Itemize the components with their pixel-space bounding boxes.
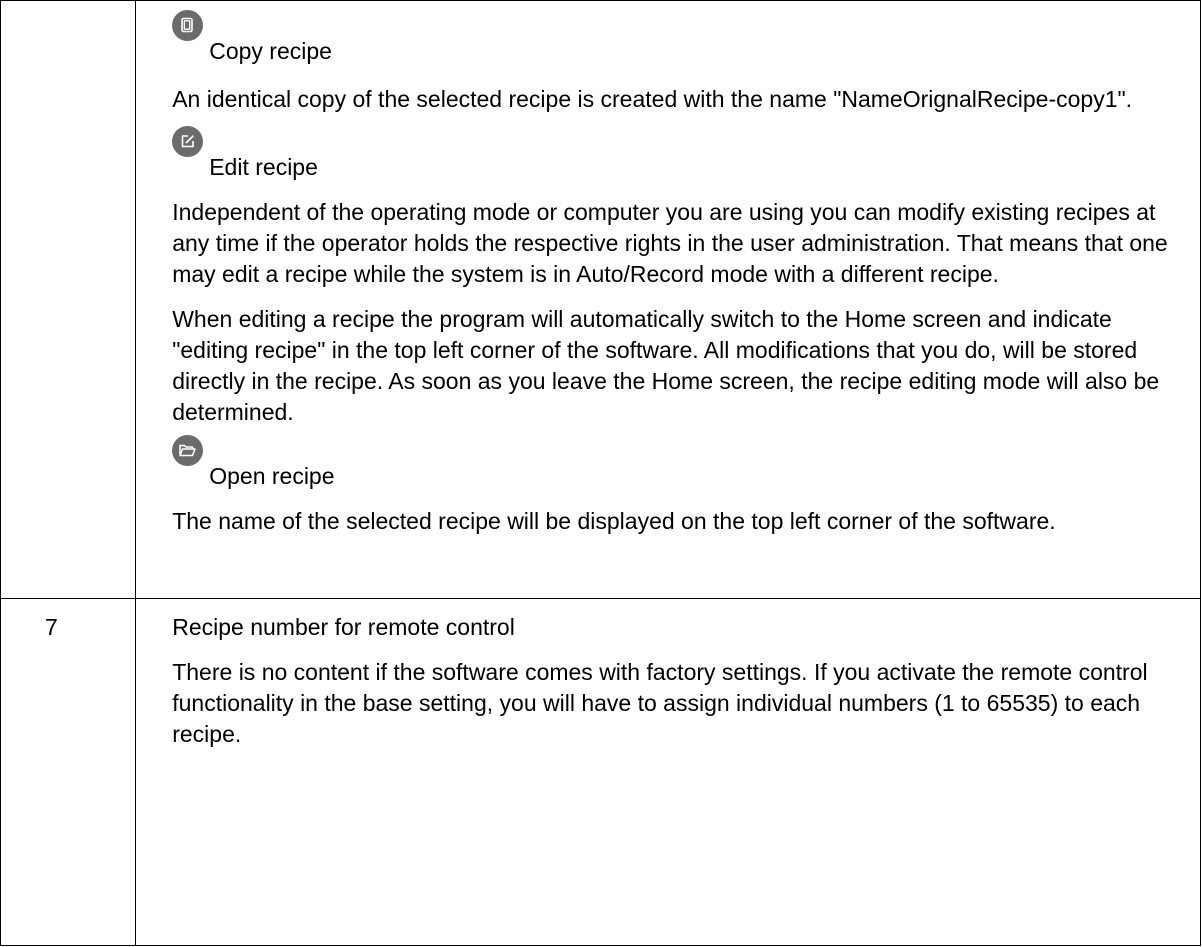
folder-open-icon <box>172 435 204 466</box>
copy-recipe-title: Copy recipe <box>209 38 332 64</box>
edit-icon <box>172 126 204 157</box>
copy-icon <box>172 10 204 41</box>
edit-recipe-heading: Edit recipe <box>172 123 1186 181</box>
open-recipe-heading: Open recipe <box>172 432 1186 490</box>
table-row: Copy recipe An identical copy of the sel… <box>0 0 1201 599</box>
description-cell: Recipe number for remote control There i… <box>135 597 1201 947</box>
description-cell: Copy recipe An identical copy of the sel… <box>135 0 1201 599</box>
open-recipe-title: Open recipe <box>209 463 335 489</box>
open-recipe-description: The name of the selected recipe will be … <box>172 508 1056 534</box>
row-number: 7 <box>0 597 137 947</box>
number-cell-empty <box>0 0 137 599</box>
recipe-functions-table: Copy recipe An identical copy of the sel… <box>0 0 1201 947</box>
edit-recipe-title: Edit recipe <box>209 154 318 180</box>
copy-recipe-description: An identical copy of the selected recipe… <box>172 86 1133 112</box>
edit-recipe-paragraph-2: When editing a recipe the program will a… <box>172 306 1160 425</box>
edit-recipe-paragraph-1: Independent of the operating mode or com… <box>172 199 1168 287</box>
copy-recipe-heading: Copy recipe <box>172 7 1186 65</box>
remote-control-description: There is no content if the software come… <box>172 658 1148 747</box>
table-row: 7 Recipe number for remote control There… <box>0 597 1201 947</box>
remote-control-title: Recipe number for remote control <box>172 613 515 640</box>
